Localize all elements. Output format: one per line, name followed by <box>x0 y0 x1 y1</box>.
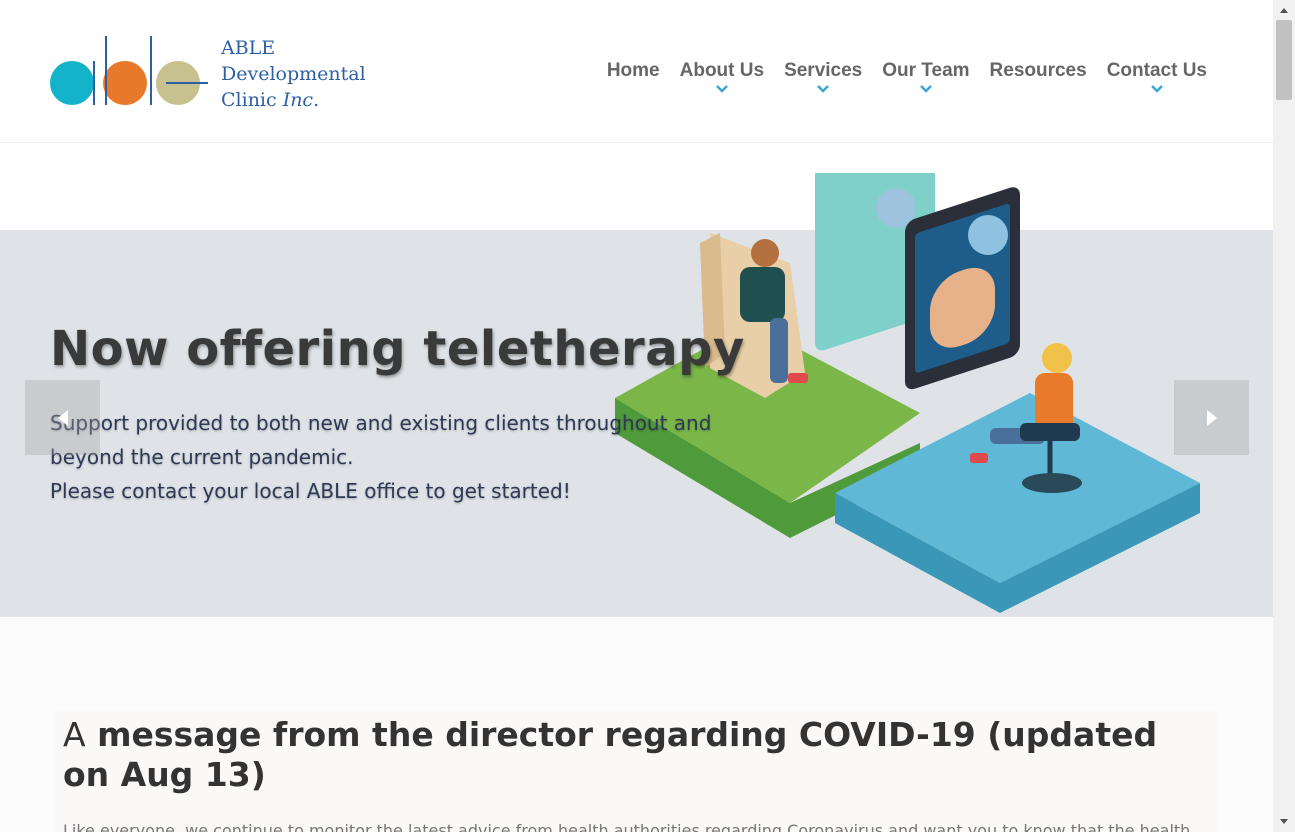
nav-label-home: Home <box>606 60 660 81</box>
message-body: Like everyone, we continue to monitor th… <box>63 821 1191 832</box>
chevron-right-icon <box>1206 409 1217 426</box>
hero-title: Now offering teletherapy <box>50 321 745 377</box>
nav-label-about-us: About Us <box>679 60 765 81</box>
chevron-down-icon <box>817 85 830 93</box>
webcam-right <box>968 215 1008 255</box>
hero-subtitle-line-1: Support provided to both new and existin… <box>50 411 712 469</box>
logo-line-1: ABLE <box>221 37 276 59</box>
therapist-legs <box>770 318 788 383</box>
therapist-body <box>740 267 785 322</box>
nav-item-contact-us[interactable]: Contact Us <box>1097 58 1217 94</box>
hero-slider: Now offering teletherapy Support provide… <box>0 143 1273 617</box>
nav-item-services[interactable]: Services <box>774 58 872 94</box>
nav-label-contact-us: Contact Us <box>1106 60 1207 81</box>
logo[interactable]: ABLE Developmental Clinic Inc. <box>50 34 370 111</box>
message-title: A message from the director regarding CO… <box>63 715 1193 795</box>
nav-label-services: Services <box>784 60 863 81</box>
message-title-first: A <box>63 715 86 754</box>
logo-line-3: Clinic Inc. <box>221 87 366 113</box>
slider-prev-button[interactable] <box>25 380 100 455</box>
nav-label-resources: Resources <box>989 60 1087 81</box>
nav-item-home[interactable]: Home <box>597 58 670 94</box>
nav-item-resources[interactable]: Resources <box>980 58 1097 94</box>
scroll-thumb[interactable] <box>1276 20 1292 100</box>
scroll-up-button[interactable] <box>1273 2 1295 19</box>
teletherapy-illustration <box>615 173 1200 613</box>
main-content: A message from the director regarding CO… <box>0 618 1273 832</box>
logo-circle-teal <box>50 61 94 105</box>
nav-item-our-team[interactable]: Our Team <box>872 58 979 94</box>
logo-mark <box>50 36 208 105</box>
page-scrollbar[interactable] <box>1273 0 1295 832</box>
triangle-up-icon <box>1280 8 1288 13</box>
main-nav: Home About Us Services Our Team Resource… <box>597 58 1217 94</box>
therapist-shoe <box>788 373 808 383</box>
triangle-down-icon <box>1280 819 1288 824</box>
hero-subtitle-line-2: Please contact your local ABLE office to… <box>50 479 571 503</box>
therapist-head <box>751 239 779 267</box>
chevron-left-icon <box>57 409 68 426</box>
chevron-down-icon <box>715 85 728 93</box>
logo-text: ABLE Developmental Clinic Inc. <box>221 35 366 113</box>
slider-next-button[interactable] <box>1174 380 1249 455</box>
office-chair <box>1020 423 1080 441</box>
chevron-down-icon <box>920 85 932 93</box>
child-head <box>1042 343 1072 373</box>
chair-base <box>1022 473 1082 493</box>
logo-circle-orange <box>103 61 147 105</box>
logo-line-2: Developmental <box>221 63 366 85</box>
nav-item-about-us[interactable]: About Us <box>670 58 774 94</box>
message-title-rest: message from the director regarding COVI… <box>63 715 1158 794</box>
logo-line-3-italic: Inc. <box>282 89 320 111</box>
site-header: ABLE Developmental Clinic Inc. Home Abou… <box>0 0 1273 143</box>
scroll-down-button[interactable] <box>1273 813 1295 830</box>
chevron-down-icon <box>1150 85 1163 93</box>
hero-subtitle: Support provided to both new and existin… <box>50 406 730 508</box>
nav-label-our-team: Our Team <box>882 60 970 81</box>
child-shoe <box>970 453 988 463</box>
logo-line-3-main: Clinic <box>221 89 283 111</box>
